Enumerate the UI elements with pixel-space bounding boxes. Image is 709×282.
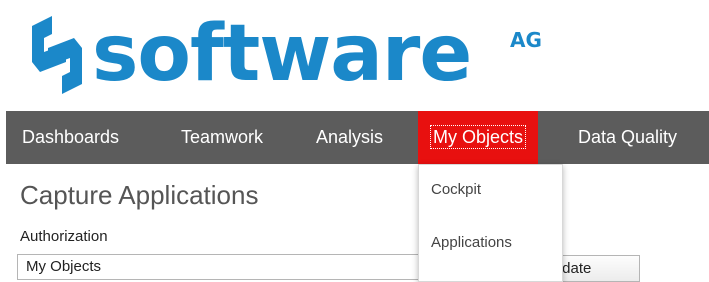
nav-item-label: Analysis [316,127,384,147]
main-nav-bar: Dashboards Teamwork Analysis My Objects … [6,111,709,164]
nav-item-my-objects[interactable]: My Objects [418,111,539,164]
nav-item-dashboards[interactable]: Dashboards [22,111,119,164]
nav-item-analysis[interactable]: Analysis [316,111,383,164]
page-title: Capture Applications [20,180,259,210]
software-ag-logo-icon [32,16,82,94]
authorization-field[interactable]: My Objects [17,254,427,280]
nav-item-teamwork[interactable]: Teamwork [181,111,263,164]
nav-item-label: Teamwork [181,127,264,147]
my-objects-dropdown: Cockpit Applications [418,164,563,282]
nav-item-data-quality[interactable]: Data Quality [578,111,677,164]
nav-item-label: My Objects [430,125,527,149]
nav-item-label: Dashboards [22,127,120,147]
logo-wordmark: software [92,9,472,99]
authorization-label: Authorization [20,228,108,245]
menu-item-applications[interactable]: Applications [431,234,512,251]
nav-item-label: Data Quality [578,127,678,147]
menu-item-cockpit[interactable]: Cockpit [431,181,481,198]
logo-superscript: AG [510,28,542,52]
